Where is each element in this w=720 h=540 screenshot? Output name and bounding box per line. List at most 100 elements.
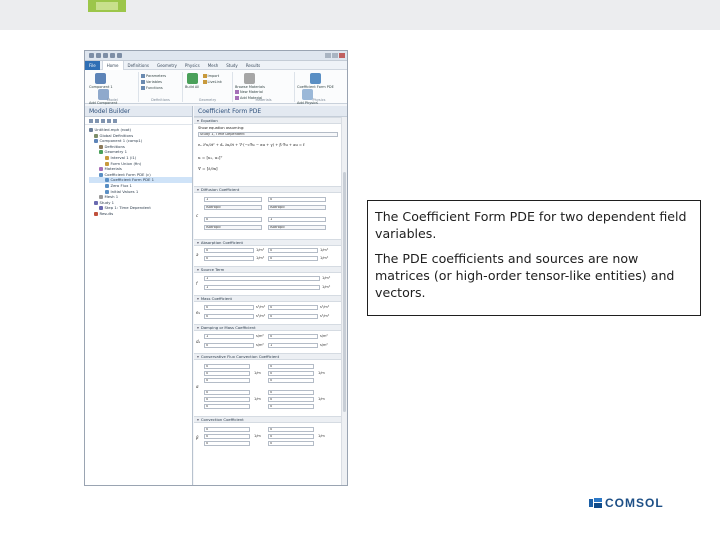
section-diffusion[interactable]: ▾ Diffusion Coefficient bbox=[194, 186, 341, 193]
collapse-icon[interactable] bbox=[107, 119, 111, 123]
alpha-d1-field[interactable]: 0 bbox=[268, 390, 314, 395]
equation-select[interactable]: Study 1, Time Dependent bbox=[198, 132, 338, 137]
da11-field[interactable]: 1 bbox=[204, 334, 254, 339]
add-component-button[interactable]: Add Component bbox=[89, 89, 117, 105]
forward-icon[interactable] bbox=[95, 119, 99, 123]
alpha-a3-field[interactable]: 0 bbox=[204, 378, 250, 383]
beta-a2-field[interactable]: 0 bbox=[204, 434, 250, 439]
a12-unit: 1/m² bbox=[320, 248, 329, 252]
save-icon[interactable] bbox=[103, 53, 108, 58]
c21-type-select[interactable]: Isotropic bbox=[204, 225, 262, 230]
da12-field[interactable]: 0 bbox=[268, 334, 318, 339]
file-icon bbox=[89, 128, 93, 132]
maximize-icon[interactable] bbox=[332, 53, 338, 58]
ea22-field[interactable]: 0 bbox=[268, 314, 318, 319]
expand-icon[interactable] bbox=[113, 119, 117, 123]
component-icon bbox=[94, 139, 98, 144]
tab-definitions[interactable]: Definitions bbox=[124, 61, 153, 70]
a21-field[interactable]: 0 bbox=[204, 256, 254, 261]
da21-field[interactable]: 0 bbox=[204, 343, 254, 348]
redo-icon[interactable] bbox=[117, 53, 122, 58]
section-conservative-flux[interactable]: ▾ Conservative Flux Convection Coefficien… bbox=[194, 353, 341, 360]
section-equation[interactable]: ▾ Equation bbox=[194, 117, 341, 124]
ea12-field[interactable]: 0 bbox=[268, 305, 318, 310]
section-absorption[interactable]: ▾ Absorption Coefficient bbox=[194, 239, 341, 246]
browse-materials-button[interactable]: Browse Materials bbox=[235, 73, 265, 89]
c12-type-select[interactable]: Isotropic bbox=[268, 205, 326, 210]
alpha-d2-field[interactable]: 0 bbox=[268, 397, 314, 402]
beta-b2-field[interactable]: 0 bbox=[268, 434, 314, 439]
c11-field[interactable]: 1 bbox=[204, 197, 262, 202]
a11-field[interactable]: 0 bbox=[204, 248, 254, 253]
alpha-b3-field[interactable]: 0 bbox=[268, 378, 314, 383]
alpha-c2-field[interactable]: 0 bbox=[204, 397, 250, 402]
tab-mesh[interactable]: Mesh bbox=[204, 61, 223, 70]
back-icon[interactable] bbox=[89, 119, 93, 123]
coefficient-form-button[interactable]: Coefficient Form PDE bbox=[297, 73, 334, 89]
f1-field[interactable]: 1 bbox=[204, 276, 320, 281]
alpha-c3-field[interactable]: 0 bbox=[204, 404, 250, 409]
alpha-a1-field[interactable]: 0 bbox=[204, 364, 250, 369]
diffusion-body: c 1 0 Isotropic Isotropic 0 1 Isotropic … bbox=[194, 193, 341, 239]
add-physics-button[interactable]: Add Physics bbox=[297, 89, 318, 105]
symbol-da: dₐ bbox=[196, 339, 201, 344]
c11-type-select[interactable]: Isotropic bbox=[204, 205, 262, 210]
alpha-b2-field[interactable]: 0 bbox=[268, 371, 314, 376]
c22-type-select[interactable]: Isotropic bbox=[268, 225, 326, 230]
globe-icon bbox=[94, 133, 98, 138]
alpha-b1-field[interactable]: 0 bbox=[268, 364, 314, 369]
tab-results[interactable]: Results bbox=[242, 61, 264, 70]
da22-field[interactable]: 1 bbox=[268, 343, 318, 348]
tab-study[interactable]: Study bbox=[222, 61, 242, 70]
model-builder-toolbar bbox=[85, 117, 192, 125]
tab-geometry[interactable]: Geometry bbox=[153, 61, 181, 70]
beta-a3-field[interactable]: 0 bbox=[204, 441, 250, 446]
functions-button[interactable]: Functions bbox=[141, 85, 180, 91]
equation-u: u = [u₁, u₂]ᵀ bbox=[198, 155, 223, 160]
open-file-icon[interactable] bbox=[96, 53, 101, 58]
c21-field[interactable]: 0 bbox=[204, 217, 262, 222]
beta-a1-field[interactable]: 0 bbox=[204, 427, 250, 432]
undo-icon[interactable] bbox=[110, 53, 115, 58]
da11-unit: s/m² bbox=[256, 334, 264, 338]
ea21-field[interactable]: 0 bbox=[204, 314, 254, 319]
beta-b-unit: 1/m bbox=[318, 434, 325, 438]
tab-physics[interactable]: Physics bbox=[181, 61, 204, 70]
livelink-button[interactable]: LiveLink bbox=[202, 79, 222, 85]
show-icon[interactable] bbox=[101, 119, 105, 123]
tree-item-results[interactable]: Results bbox=[89, 211, 192, 217]
step-icon bbox=[99, 206, 103, 211]
beta-b3-field[interactable]: 0 bbox=[268, 441, 314, 446]
alpha-d3-field[interactable]: 0 bbox=[268, 404, 314, 409]
beta-b1-field[interactable]: 0 bbox=[268, 427, 314, 432]
ea22-unit: s²/m² bbox=[320, 314, 330, 318]
f2-field[interactable]: 1 bbox=[204, 285, 320, 290]
scrollbar-thumb[interactable] bbox=[343, 172, 346, 412]
alpha-b-unit: 1/m bbox=[318, 371, 325, 375]
livelink-icon bbox=[202, 80, 207, 84]
close-icon[interactable] bbox=[339, 53, 345, 58]
a22-field[interactable]: 0 bbox=[268, 256, 318, 261]
da22-unit: s/m² bbox=[320, 343, 328, 347]
settings-scrollbar[interactable] bbox=[341, 117, 347, 485]
ea11-field[interactable]: 0 bbox=[204, 305, 254, 310]
functions-icon bbox=[141, 86, 145, 90]
a12-field[interactable]: 0 bbox=[268, 248, 318, 253]
equation-label: Show equation assuming: bbox=[198, 126, 245, 130]
build-all-button[interactable]: Build All bbox=[185, 73, 199, 89]
section-convection[interactable]: ▾ Convection Coefficient bbox=[194, 416, 341, 423]
component-button[interactable]: Component 1 bbox=[89, 73, 113, 89]
study-icon bbox=[94, 200, 98, 205]
da12-unit: s/m² bbox=[320, 334, 328, 338]
section-mass[interactable]: ▾ Mass Coefficient bbox=[194, 295, 341, 302]
tab-home[interactable]: Home bbox=[101, 60, 124, 70]
tab-file[interactable]: File bbox=[85, 60, 100, 70]
alpha-a2-field[interactable]: 0 bbox=[204, 371, 250, 376]
c22-field[interactable]: 1 bbox=[268, 217, 326, 222]
c12-field[interactable]: 0 bbox=[268, 197, 326, 202]
section-damping[interactable]: ▾ Damping or Mass Coefficient bbox=[194, 324, 341, 331]
minimize-icon[interactable] bbox=[325, 53, 331, 58]
new-file-icon[interactable] bbox=[89, 53, 94, 58]
alpha-c1-field[interactable]: 0 bbox=[204, 390, 250, 395]
section-source[interactable]: ▾ Source Term bbox=[194, 266, 341, 273]
